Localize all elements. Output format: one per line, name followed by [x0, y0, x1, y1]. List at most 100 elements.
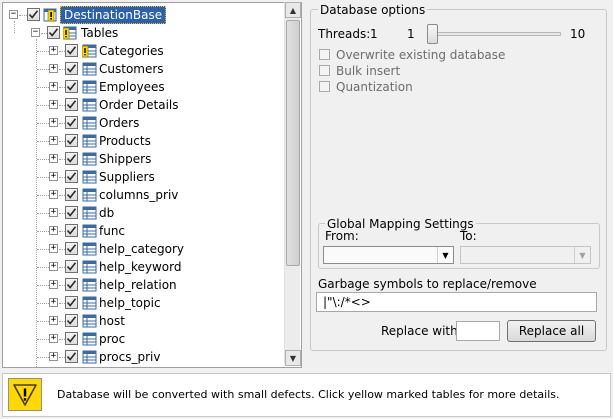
tree-table-label[interactable]: procs_priv [99, 349, 160, 365]
tree-table-row[interactable]: + Orders [3, 114, 283, 132]
expand-icon[interactable]: + [49, 154, 58, 163]
table-checkbox[interactable] [65, 116, 78, 129]
expand-icon[interactable]: + [49, 46, 58, 55]
tree-table-label[interactable]: Suppliers [99, 169, 155, 185]
tree-table-row[interactable]: + Employees [3, 78, 283, 96]
table-checkbox[interactable] [65, 98, 78, 111]
table-checkbox[interactable] [65, 296, 78, 309]
expand-icon[interactable]: + [49, 316, 58, 325]
tree-table-row[interactable]: + func [3, 222, 283, 240]
scroll-down-button[interactable]: ▼ [285, 350, 301, 366]
chevron-down-icon[interactable]: ▼ [574, 247, 590, 263]
tree-table-row[interactable]: + Shippers [3, 150, 283, 168]
table-checkbox[interactable] [65, 206, 78, 219]
tree-table-row[interactable]: + Customers [3, 60, 283, 78]
tree-root-row[interactable]: − DestinationBase [3, 6, 283, 24]
expand-icon[interactable]: + [49, 208, 58, 217]
bulk-insert-checkbox[interactable] [319, 65, 330, 76]
replace-with-input[interactable] [456, 321, 500, 341]
table-checkbox[interactable] [65, 332, 78, 345]
tables-checkbox[interactable] [47, 26, 60, 39]
table-checkbox[interactable] [65, 350, 78, 363]
tree-table-label[interactable]: help_category [99, 241, 184, 257]
tree-table-row[interactable]: + Categories [3, 42, 283, 60]
tree-table-label[interactable]: Customers [99, 61, 164, 77]
tree-table-label[interactable]: db [99, 205, 114, 221]
table-checkbox[interactable] [65, 134, 78, 147]
expand-icon[interactable]: + [49, 226, 58, 235]
expand-icon[interactable]: + [49, 172, 58, 181]
tree-table-row[interactable]: + Order Details [3, 96, 283, 114]
expand-icon[interactable]: + [49, 136, 58, 145]
tree-table-row[interactable]: + db [3, 204, 283, 222]
quantization-label[interactable]: Quantization [336, 80, 413, 94]
table-checkbox[interactable] [65, 278, 78, 291]
expand-icon[interactable]: + [49, 82, 58, 91]
tree-table-row[interactable]: + columns_priv [3, 186, 283, 204]
tree-root-label[interactable]: DestinationBase [60, 6, 167, 24]
tree-table-label[interactable]: columns_priv [99, 187, 178, 203]
expand-icon[interactable]: + [49, 334, 58, 343]
tree-table-label[interactable]: Shippers [99, 151, 151, 167]
replace-all-button[interactable]: Replace all [507, 320, 596, 342]
overwrite-label[interactable]: Overwrite existing database [336, 48, 505, 62]
tree-table-row[interactable]: + help_topic [3, 294, 283, 312]
tree-table-row[interactable]: + procs_priv [3, 348, 283, 366]
tree-table-row[interactable]: + help_relation [3, 276, 283, 294]
expand-icon[interactable]: + [49, 244, 58, 253]
overwrite-checkbox[interactable] [319, 49, 330, 60]
expand-icon[interactable]: + [49, 190, 58, 199]
threads-slider-track[interactable] [428, 32, 561, 36]
from-dropdown[interactable]: ▼ [323, 246, 454, 264]
root-checkbox[interactable] [27, 8, 40, 21]
tree-table-row[interactable]: + host [3, 312, 283, 330]
tree-table-row[interactable]: + Products [3, 132, 283, 150]
tree-table-label[interactable]: help_keyword [99, 259, 181, 275]
table-checkbox[interactable] [65, 224, 78, 237]
collapse-icon[interactable]: − [31, 28, 40, 37]
scroll-thumb[interactable] [286, 20, 300, 266]
chevron-down-icon[interactable]: ▼ [437, 247, 453, 263]
tree-tables-row[interactable]: − Tables [3, 24, 283, 42]
table-checkbox[interactable] [65, 260, 78, 273]
table-checkbox[interactable] [65, 80, 78, 93]
tree-table-label[interactable]: Products [99, 133, 151, 149]
expand-icon[interactable]: + [49, 118, 58, 127]
tree-table-label[interactable]: Order Details [99, 97, 179, 113]
expand-icon[interactable]: + [49, 298, 58, 307]
tree-table-label[interactable]: func [99, 223, 125, 239]
tree-table-label[interactable]: proc [99, 331, 125, 347]
tree-table-label[interactable]: help_relation [99, 277, 177, 293]
table-checkbox[interactable] [65, 242, 78, 255]
collapse-icon[interactable]: − [9, 10, 18, 19]
tree-table-row[interactable]: + help_keyword [3, 258, 283, 276]
garbage-symbols-input[interactable] [316, 292, 597, 312]
table-tree[interactable]: − DestinationBase − Tables + Categories … [2, 2, 302, 368]
threads-slider-thumb[interactable] [427, 24, 438, 44]
quantization-checkbox[interactable] [319, 81, 330, 92]
to-dropdown[interactable]: ▼ [460, 246, 591, 264]
table-checkbox[interactable] [65, 170, 78, 183]
expand-icon[interactable]: + [49, 64, 58, 73]
table-checkbox[interactable] [65, 314, 78, 327]
expand-icon[interactable]: + [49, 100, 58, 109]
scroll-up-button[interactable]: ▲ [285, 2, 301, 18]
tree-table-label[interactable]: Employees [99, 79, 165, 95]
expand-icon[interactable]: + [49, 352, 58, 361]
tree-table-row[interactable]: + help_category [3, 240, 283, 258]
tree-table-row[interactable]: + Suppliers [3, 168, 283, 186]
expand-icon[interactable]: + [49, 262, 58, 271]
bulk-insert-label[interactable]: Bulk insert [336, 64, 400, 78]
tree-table-label[interactable]: help_topic [99, 295, 161, 311]
tree-table-row[interactable]: + proc [3, 330, 283, 348]
table-checkbox[interactable] [65, 44, 78, 57]
tree-table-label[interactable]: Categories [99, 43, 164, 59]
tree-table-label[interactable]: host [99, 313, 125, 329]
table-checkbox[interactable] [65, 152, 78, 165]
tree-tables-label[interactable]: Tables [81, 25, 118, 41]
tree-table-label[interactable]: Orders [99, 115, 139, 131]
tree-scrollbar[interactable]: ▲ ▼ [284, 2, 301, 366]
table-checkbox[interactable] [65, 62, 78, 75]
expand-icon[interactable]: + [49, 280, 58, 289]
table-checkbox[interactable] [65, 188, 78, 201]
